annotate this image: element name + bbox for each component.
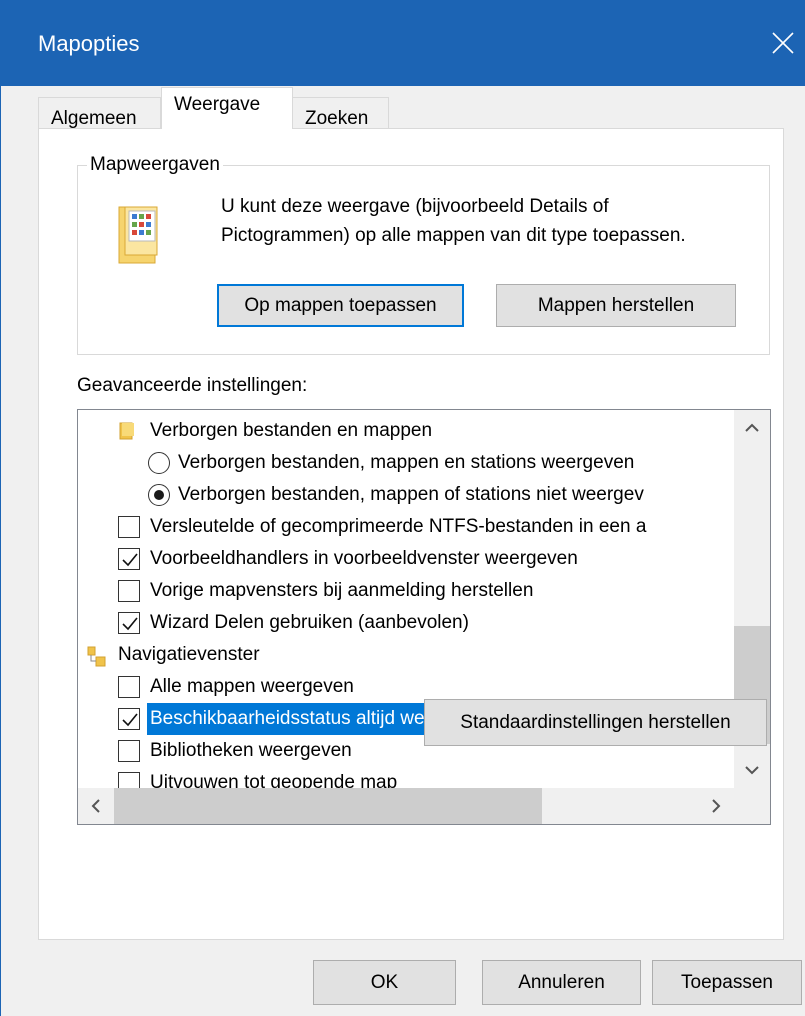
scroll-right-button[interactable]	[698, 789, 734, 823]
button-label: OK	[370, 972, 399, 993]
tab-zoeken[interactable]: Zoeken	[292, 97, 389, 129]
checkbox[interactable]	[118, 740, 140, 762]
checkbox-restore-folder-windows[interactable]: Vorige mapvensters bij aanmelding herste…	[78, 575, 728, 607]
navigation-pane-icon	[87, 646, 106, 667]
tree-item-label: Versleutelde of gecomprimeerde NTFS-best…	[150, 516, 647, 537]
checkbox[interactable]	[118, 676, 140, 698]
view-tab-panel: Mapweergaven U kunt deze weergave (bijvo…	[38, 128, 784, 940]
tree-item-label: Uitvouwen tot geopende map	[150, 772, 398, 788]
tab-algemeen[interactable]: Algemeen	[38, 97, 161, 129]
button-label: Mappen herstellen	[537, 295, 695, 316]
button-label: Toepassen	[681, 972, 773, 993]
ok-button[interactable]: OK	[313, 960, 456, 1005]
checkmark-icon	[122, 553, 138, 567]
radio-hide-hidden-files[interactable]: Verborgen bestanden, mappen of stations …	[78, 479, 728, 511]
radio-show-hidden-files[interactable]: Verborgen bestanden, mappen en stations …	[78, 447, 728, 479]
checkbox[interactable]	[118, 612, 140, 634]
window-title: Mapopties	[38, 31, 140, 56]
close-button[interactable]	[763, 20, 803, 66]
radio-button[interactable]	[148, 484, 170, 506]
close-icon	[772, 32, 794, 54]
button-label: Annuleren	[518, 972, 605, 993]
button-label: Op mappen toepassen	[244, 295, 437, 316]
tree-item-label: Voorbeeldhandlers in voorbeeldvenster we…	[150, 548, 578, 569]
tree-item-label: Vorige mapvensters bij aanmelding herste…	[150, 580, 534, 601]
tab-label: Zoeken	[305, 108, 369, 129]
checkbox[interactable]	[118, 548, 140, 570]
cancel-button[interactable]: Annuleren	[482, 960, 641, 1005]
tree-item-label: Navigatievenster	[118, 644, 260, 665]
checkmark-icon	[122, 713, 138, 727]
restore-defaults-button[interactable]: Standaardinstellingen herstellen	[424, 699, 767, 746]
tree-item-label: Verborgen bestanden en mappen	[150, 420, 433, 441]
tree-item-label: Verborgen bestanden, mappen en stations …	[178, 452, 635, 473]
tree-item-hidden-files-group: Verborgen bestanden en mappen	[78, 415, 728, 447]
tree-item-label: Alle mappen weergeven	[150, 676, 354, 697]
tree-item-label: Bibliotheken weergeven	[150, 740, 352, 761]
tree-item-label: Verborgen bestanden, mappen of stations …	[178, 484, 644, 505]
folder-views-icon	[118, 206, 158, 264]
checkbox[interactable]	[118, 516, 140, 538]
reset-folders-button[interactable]: Mappen herstellen	[496, 284, 736, 327]
tab-weergave[interactable]: Weergave	[161, 87, 293, 129]
folder-views-group: Mapweergaven U kunt deze weergave (bijvo…	[77, 154, 770, 355]
checkbox[interactable]	[118, 708, 140, 730]
horizontal-scrollbar[interactable]	[78, 788, 734, 824]
button-label: Standaardinstellingen herstellen	[460, 712, 731, 733]
checkbox[interactable]	[118, 772, 140, 788]
tab-label: Weergave	[174, 94, 261, 115]
tab-label: Algemeen	[51, 108, 137, 129]
title-bar: Mapopties	[1, 0, 805, 86]
tree-item-label: Wizard Delen gebruiken (aanbevolen)	[150, 612, 469, 633]
scroll-down-button[interactable]	[734, 754, 770, 788]
scroll-up-button[interactable]	[734, 410, 770, 444]
chevron-left-icon	[91, 799, 100, 813]
radio-dot	[154, 490, 164, 500]
advanced-settings-label: Geavanceerde instellingen:	[77, 375, 308, 396]
checkbox[interactable]	[118, 580, 140, 602]
scroll-left-button[interactable]	[78, 789, 114, 823]
folder-options-dialog: Mapopties Algemeen Weergave Zoeken Mapwe…	[0, 0, 805, 1016]
folder-views-description: U kunt deze weergave (bijvoorbeeld Detai…	[221, 196, 686, 246]
apply-to-folders-button[interactable]: Op mappen toepassen	[217, 284, 464, 327]
horizontal-scroll-thumb[interactable]	[114, 788, 542, 824]
checkmark-icon	[122, 617, 138, 631]
checkbox-encrypted-ntfs[interactable]: Versleutelde of gecomprimeerde NTFS-best…	[78, 511, 728, 543]
checkbox-sharing-wizard[interactable]: Wizard Delen gebruiken (aanbevolen)	[78, 607, 728, 639]
scrollbar-corner	[734, 788, 770, 824]
advanced-settings-tree[interactable]: Verborgen bestanden en mappen Verborgen …	[77, 409, 771, 825]
checkbox-preview-handlers[interactable]: Voorbeeldhandlers in voorbeeldvenster we…	[78, 543, 728, 575]
chevron-up-icon	[745, 423, 759, 432]
folder-icon	[119, 422, 134, 440]
radio-button[interactable]	[148, 452, 170, 474]
checkbox-expand-to-open-folder[interactable]: Uitvouwen tot geopende map	[78, 767, 728, 788]
chevron-right-icon	[712, 799, 721, 813]
tree-item-navigation-pane: Navigatievenster	[78, 639, 728, 671]
apply-button[interactable]: Toepassen	[652, 960, 802, 1005]
group-legend: Mapweergaven	[87, 154, 223, 176]
chevron-down-icon	[745, 766, 759, 775]
